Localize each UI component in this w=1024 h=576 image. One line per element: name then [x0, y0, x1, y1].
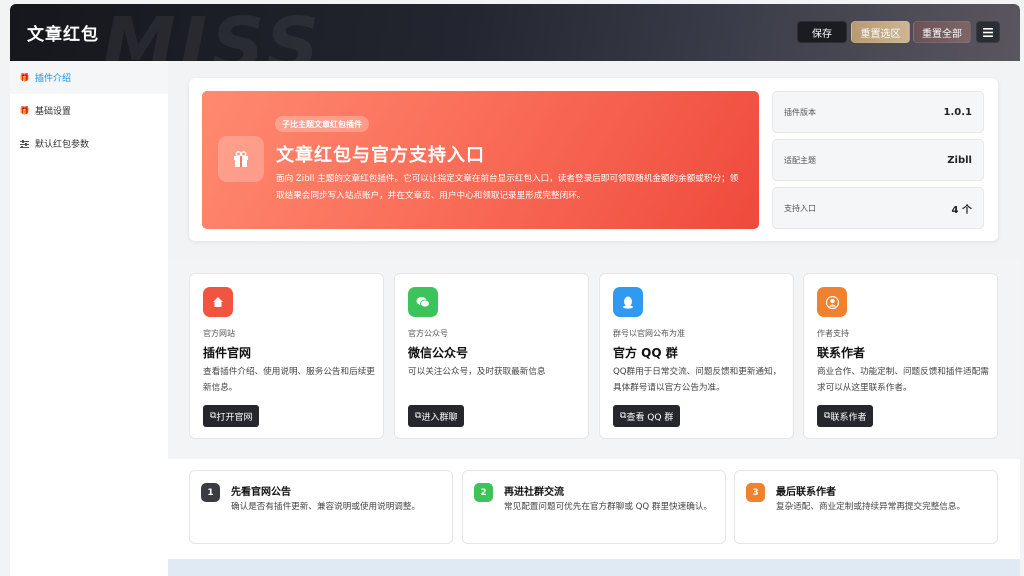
- menu-button[interactable]: [976, 21, 1000, 43]
- info-value: 1.0.1: [943, 106, 972, 118]
- card-description: QQ群用于日常交流、问题反馈和更新通知，具体群号请以官方公告为准。: [613, 367, 782, 393]
- info-version: 插件版本 1.0.1: [772, 91, 984, 133]
- info-label: 适配主题: [784, 155, 816, 165]
- button-label: 打开官网: [216, 412, 253, 423]
- sidebar-item-label: 基础设置: [35, 107, 72, 117]
- card-title: 插件官网: [203, 346, 252, 360]
- contact-author-button[interactable]: ⧉ 联系作者: [817, 405, 874, 427]
- step-title: 先看官网公告: [231, 487, 291, 498]
- wechat-icon: [408, 287, 438, 317]
- card-description: 可以关注公众号，及时获取最新信息: [408, 367, 546, 377]
- info-label: 插件版本: [784, 107, 816, 117]
- card-qq-group: 群号以官网公布为准 官方 QQ 群 QQ群用于日常交流、问题反馈和更新通知，具体…: [599, 273, 794, 439]
- support-cards: 官方网站 插件官网 查看插件介绍、使用说明、服务公告和后续更新信息。 ⧉ 打开官网…: [168, 259, 1020, 459]
- card-subtitle: 作者支持: [817, 329, 849, 338]
- hero-description: 面向 Zibll 主题的文章红包插件。它可以让指定文章在前台显示红包入口，读者登…: [276, 174, 739, 201]
- info-value: 4 个: [951, 204, 972, 216]
- save-button[interactable]: 保存: [797, 21, 847, 43]
- sidebar-item-default-params[interactable]: 默认红包参数: [10, 127, 168, 160]
- step-description: 确认是否有插件更新、兼容说明或使用说明调整。: [231, 502, 421, 512]
- sidebar-item-basic-settings[interactable]: 🎁 基础设置: [10, 94, 168, 127]
- gift-icon: [218, 136, 264, 182]
- sidebar-item-label: 插件介绍: [35, 74, 72, 84]
- card-title: 官方 QQ 群: [613, 346, 678, 360]
- gift-icon: 🎁: [19, 73, 30, 82]
- button-label: 联系作者: [830, 412, 867, 423]
- top-header: MISS 文章红包 保存 重置选区 重置全部: [10, 4, 1020, 61]
- page-title: 文章红包: [27, 25, 99, 45]
- step-title: 再进社群交流: [504, 487, 564, 498]
- card-wechat: 官方公众号 微信公众号 可以关注公众号，及时获取最新信息 ⧉ 进入群聊: [394, 273, 589, 439]
- info-theme: 适配主题 Zibll: [772, 139, 984, 181]
- info-label: 支持入口: [784, 203, 816, 213]
- qq-icon: [613, 287, 643, 317]
- step-description: 常见配置问题可优先在官方群聊或 QQ 群里快速确认。: [504, 502, 713, 512]
- reset-all-button[interactable]: 重置全部: [913, 21, 971, 43]
- card-subtitle: 群号以官网公布为准: [613, 329, 685, 338]
- open-site-button[interactable]: ⧉ 打开官网: [203, 405, 260, 427]
- info-value: Zibll: [947, 154, 972, 166]
- bottom-panel-edge: [168, 559, 1020, 576]
- step-item: 1 先看官网公告 确认是否有插件更新、兼容说明或使用说明调整。: [189, 470, 453, 544]
- step-item: 2 再进社群交流 常见配置问题可优先在官方群聊或 QQ 群里快速确认。: [462, 470, 726, 544]
- step-number: 2: [474, 483, 493, 502]
- home-icon: [203, 287, 233, 317]
- card-subtitle: 官方公众号: [408, 329, 448, 338]
- hero-tag: 子比主题文章红包插件: [275, 116, 369, 132]
- sliders-icon: [20, 139, 29, 148]
- step-title: 最后联系作者: [776, 487, 836, 498]
- card-title: 微信公众号: [408, 346, 469, 360]
- step-number: 1: [201, 483, 220, 502]
- view-qq-group-button[interactable]: ⧉ 查看 QQ 群: [613, 405, 681, 427]
- card-subtitle: 官方网站: [203, 329, 235, 338]
- reset-selection-button[interactable]: 重置选区: [851, 21, 910, 43]
- button-label: 查看 QQ 群: [626, 412, 674, 423]
- header-watermark: MISS: [102, 4, 324, 61]
- main-content: 子比主题文章红包插件 文章红包与官方支持入口 面向 Zibll 主题的文章红包插…: [168, 61, 1020, 576]
- step-number: 3: [746, 483, 765, 502]
- card-title: 联系作者: [817, 346, 866, 360]
- join-chat-button[interactable]: ⧉ 进入群聊: [408, 405, 465, 427]
- steps-section: 1 先看官网公告 确认是否有插件更新、兼容说明或使用说明调整。 2 再进社群交流…: [168, 459, 1020, 559]
- info-entries: 支持入口 4 个: [772, 187, 984, 229]
- menu-icon: [983, 27, 993, 37]
- step-description: 复杂适配、商业定制或持续异常再提交完整信息。: [776, 502, 966, 512]
- button-label: 进入群聊: [421, 412, 458, 423]
- card-official-site: 官方网站 插件官网 查看插件介绍、使用说明、服务公告和后续更新信息。 ⧉ 打开官网: [189, 273, 384, 439]
- sidebar-item-label: 默认红包参数: [35, 140, 90, 150]
- card-description: 商业合作、功能定制、问题反馈和插件适配需求可以从这里联系作者。: [817, 367, 989, 393]
- sidebar: 🎁 插件介绍 🎁 基础设置 默认红包参数: [10, 61, 168, 576]
- step-item: 3 最后联系作者 复杂适配、商业定制或持续异常再提交完整信息。: [734, 470, 998, 544]
- hero-title: 文章红包与官方支持入口: [276, 145, 485, 166]
- card-contact-author: 作者支持 联系作者 商业合作、功能定制、问题反馈和插件适配需求可以从这里联系作者…: [803, 273, 998, 439]
- gift-icon: 🎁: [19, 106, 30, 115]
- hero-card: 子比主题文章红包插件 文章红包与官方支持入口 面向 Zibll 主题的文章红包插…: [189, 78, 998, 241]
- sidebar-item-intro[interactable]: 🎁 插件介绍: [10, 61, 168, 94]
- card-description: 查看插件介绍、使用说明、服务公告和后续更新信息。: [203, 367, 375, 393]
- user-icon: [817, 287, 847, 317]
- hero-banner: 子比主题文章红包插件 文章红包与官方支持入口 面向 Zibll 主题的文章红包插…: [202, 91, 759, 229]
